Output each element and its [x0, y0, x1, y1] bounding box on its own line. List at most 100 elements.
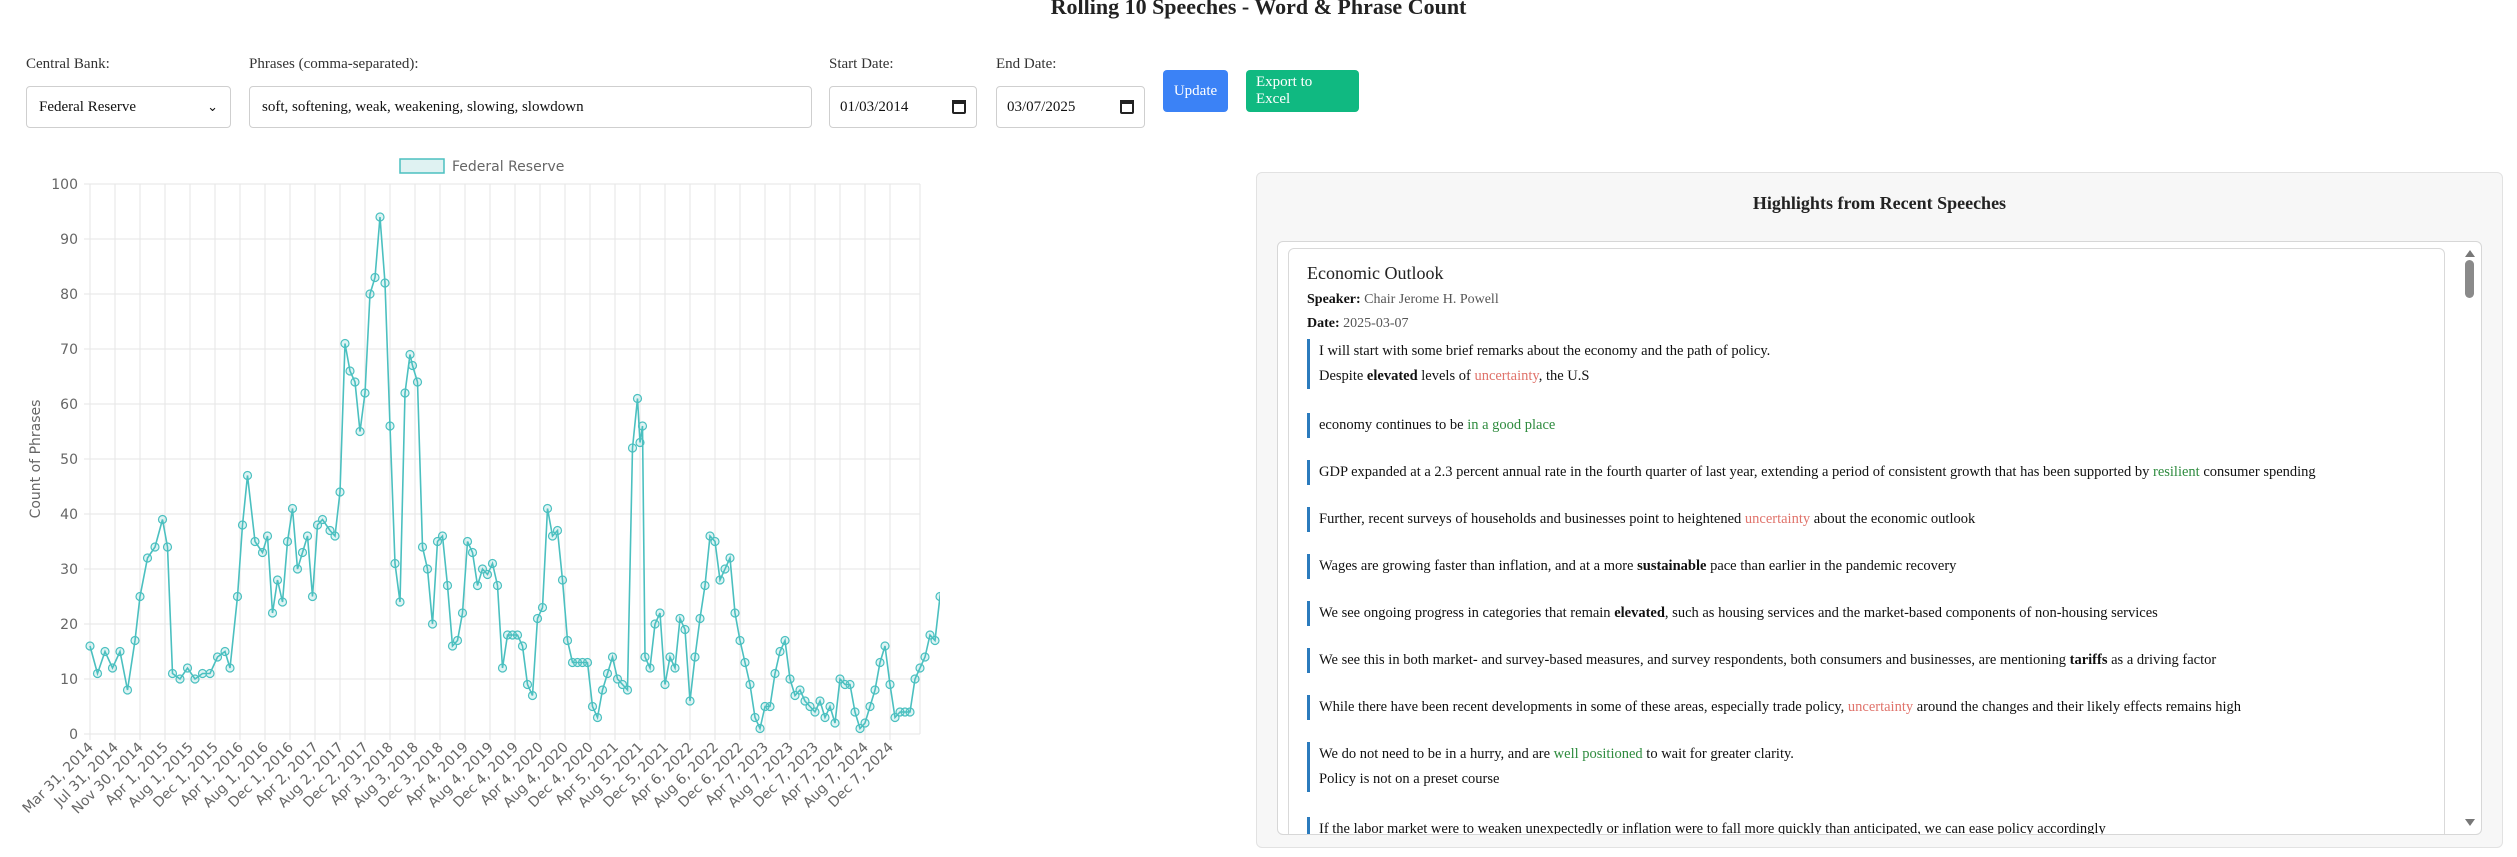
highlight-text: Despite elevated levels of uncertainty, …: [1319, 364, 1770, 389]
data-point: [935, 591, 940, 602]
keyword-positive: in a good place: [1467, 417, 1556, 433]
data-point: [277, 597, 288, 607]
data-point: [592, 712, 603, 723]
data-point: [302, 531, 313, 541]
data-point: [115, 646, 125, 657]
data-point: [640, 652, 650, 662]
data-point: [492, 580, 503, 591]
central-bank-label: Central Bank:: [26, 56, 110, 72]
data-point: [522, 679, 533, 690]
update-button[interactable]: Update: [1163, 70, 1228, 112]
chart-series: [85, 212, 940, 734]
data-point: [307, 591, 318, 602]
data-point: [472, 580, 483, 591]
start-date-input[interactable]: 01/03/2014: [829, 86, 977, 128]
data-point: [730, 608, 740, 618]
data-point: [225, 663, 235, 673]
speaker-label: Speaker:: [1307, 292, 1361, 307]
data-point: [765, 701, 775, 712]
data-point: [860, 718, 870, 728]
scrollbar[interactable]: [2461, 242, 2479, 834]
data-point: [122, 685, 133, 695]
y-tick-label: 30: [60, 562, 78, 578]
keyword-bold: sustainable: [1637, 558, 1707, 574]
scroll-thumb[interactable]: [2465, 260, 2474, 298]
data-point: [360, 388, 370, 398]
data-point: [637, 421, 648, 431]
data-point: [197, 668, 208, 679]
data-point: [905, 707, 915, 717]
data-point: [220, 646, 230, 657]
y-tick-label: 100: [51, 177, 78, 193]
data-point: [710, 536, 720, 547]
y-tick-label: 50: [60, 452, 78, 468]
data-point: [725, 553, 735, 563]
scroll-up-arrow-icon[interactable]: [2465, 250, 2475, 257]
data-point: [915, 663, 925, 673]
data-point: [395, 597, 405, 607]
text-run: Despite: [1319, 368, 1367, 384]
data-point: [345, 366, 355, 376]
data-point: [825, 701, 835, 712]
keyword-positive: well positioned: [1553, 746, 1643, 762]
highlight-text: Policy is not on a preset course: [1319, 771, 1500, 787]
keyword-bold: elevated: [1614, 605, 1665, 621]
data-point: [407, 360, 418, 371]
data-point: [417, 542, 428, 552]
export-excel-button[interactable]: Export to Excel: [1246, 70, 1359, 112]
highlight-text: We do not need to be in a hurry, and are…: [1319, 742, 1794, 767]
data-point: [242, 470, 253, 481]
highlight-item: Further, recent surveys of households an…: [1307, 507, 1975, 532]
y-axis-label: Count of Phrases: [28, 400, 44, 519]
data-point: [272, 575, 283, 585]
data-point: [815, 696, 825, 706]
data-point: [527, 690, 538, 701]
data-point: [335, 487, 345, 497]
legend-swatch: [399, 158, 445, 174]
data-point: [340, 338, 350, 349]
data-point: [107, 663, 118, 673]
calendar-icon[interactable]: [952, 100, 966, 114]
text-run: economy continues to be: [1319, 417, 1468, 433]
calendar-icon[interactable]: [1120, 100, 1134, 114]
data-point: [587, 701, 598, 712]
data-point: [457, 608, 468, 618]
text-run: , such as housing services and the marke…: [1664, 605, 2158, 621]
highlight-text: I will start with some brief remarks abo…: [1319, 343, 1771, 359]
highlights-scroll-area[interactable]: Economic Outlook Speaker: Chair Jerome H…: [1277, 241, 2482, 835]
data-point: [715, 575, 725, 585]
data-point: [462, 536, 473, 547]
text-run: Wages are growing faster than inflation,…: [1319, 558, 1638, 574]
end-date-label: End Date:: [996, 56, 1057, 72]
highlight-item: I will start with some brief remarks abo…: [1307, 339, 1770, 389]
data-point: [405, 349, 415, 360]
data-point: [370, 272, 380, 283]
phrases-input[interactable]: soft, softening, weak, weakening, slowin…: [249, 86, 812, 128]
y-tick-label: 40: [60, 507, 78, 523]
text-run: We see ongoing progress in categories th…: [1319, 605, 1615, 621]
text-run: While there have been recent development…: [1319, 699, 1848, 715]
data-point: [190, 674, 200, 684]
data-point: [755, 723, 765, 734]
data-point: [537, 602, 548, 613]
data-point: [650, 619, 660, 629]
data-point: [930, 635, 940, 646]
data-point: [740, 657, 750, 668]
data-point: [100, 646, 110, 657]
data-point: [317, 514, 328, 525]
y-tick-label: 90: [60, 232, 78, 248]
central-bank-select[interactable]: Federal Reserve ⌄: [26, 86, 231, 128]
data-point: [690, 652, 700, 662]
data-point: [680, 624, 690, 635]
date-value: 2025-03-07: [1343, 316, 1409, 331]
scroll-down-arrow-icon[interactable]: [2465, 819, 2475, 826]
data-point: [880, 641, 890, 651]
end-date-input[interactable]: 03/07/2025: [996, 86, 1145, 128]
chart-legend[interactable]: Federal Reserve: [399, 158, 564, 175]
data-point: [582, 657, 593, 668]
data-point: [422, 564, 433, 574]
data-point: [167, 668, 178, 679]
data-point: [250, 536, 260, 547]
data-point: [292, 564, 303, 574]
legend-label: Federal Reserve: [452, 159, 564, 175]
